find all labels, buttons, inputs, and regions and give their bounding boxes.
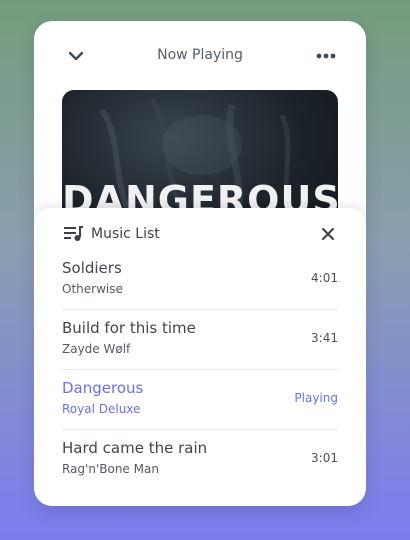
track-duration: 3:41 bbox=[311, 331, 338, 345]
more-horizontal-icon bbox=[316, 53, 336, 59]
music-list-header: Music List bbox=[34, 208, 366, 256]
track-duration: 4:01 bbox=[311, 271, 338, 285]
music-list-panel: Music List Soldiers Otherwise 4:01 Build… bbox=[34, 208, 366, 506]
track-item[interactable]: Hard came the rain Rag'n'Bone Man 3:01 bbox=[62, 430, 338, 489]
close-icon bbox=[322, 228, 334, 240]
playlist-icon bbox=[64, 226, 83, 241]
track-duration: 3:01 bbox=[311, 451, 338, 465]
track-title: Hard came the rain bbox=[62, 439, 208, 457]
track-item[interactable]: Build for this time Zayde Wølf 3:41 bbox=[62, 310, 338, 370]
music-list-title: Music List bbox=[91, 226, 160, 242]
close-list-button[interactable] bbox=[318, 224, 338, 244]
player-top-bar: Now Playing bbox=[34, 21, 366, 91]
track-title: Build for this time bbox=[62, 319, 196, 337]
track-item[interactable]: Soldiers Otherwise 4:01 bbox=[62, 250, 338, 310]
track-artist: Zayde Wølf bbox=[62, 342, 131, 356]
track-artist: Rag'n'Bone Man bbox=[62, 462, 159, 476]
more-options-button[interactable] bbox=[314, 45, 338, 67]
track-item-playing[interactable]: Dangerous Royal Deluxe Playing bbox=[62, 370, 338, 430]
track-artist: Royal Deluxe bbox=[62, 402, 141, 416]
track-artist: Otherwise bbox=[62, 282, 123, 296]
playing-status: Playing bbox=[294, 391, 338, 405]
music-player-card: Now Playing DANGEROUS Music List Soldier… bbox=[34, 21, 366, 506]
track-title: Dangerous bbox=[62, 379, 144, 397]
track-title: Soldiers bbox=[62, 259, 122, 277]
track-list: Soldiers Otherwise 4:01 Build for this t… bbox=[62, 250, 338, 489]
